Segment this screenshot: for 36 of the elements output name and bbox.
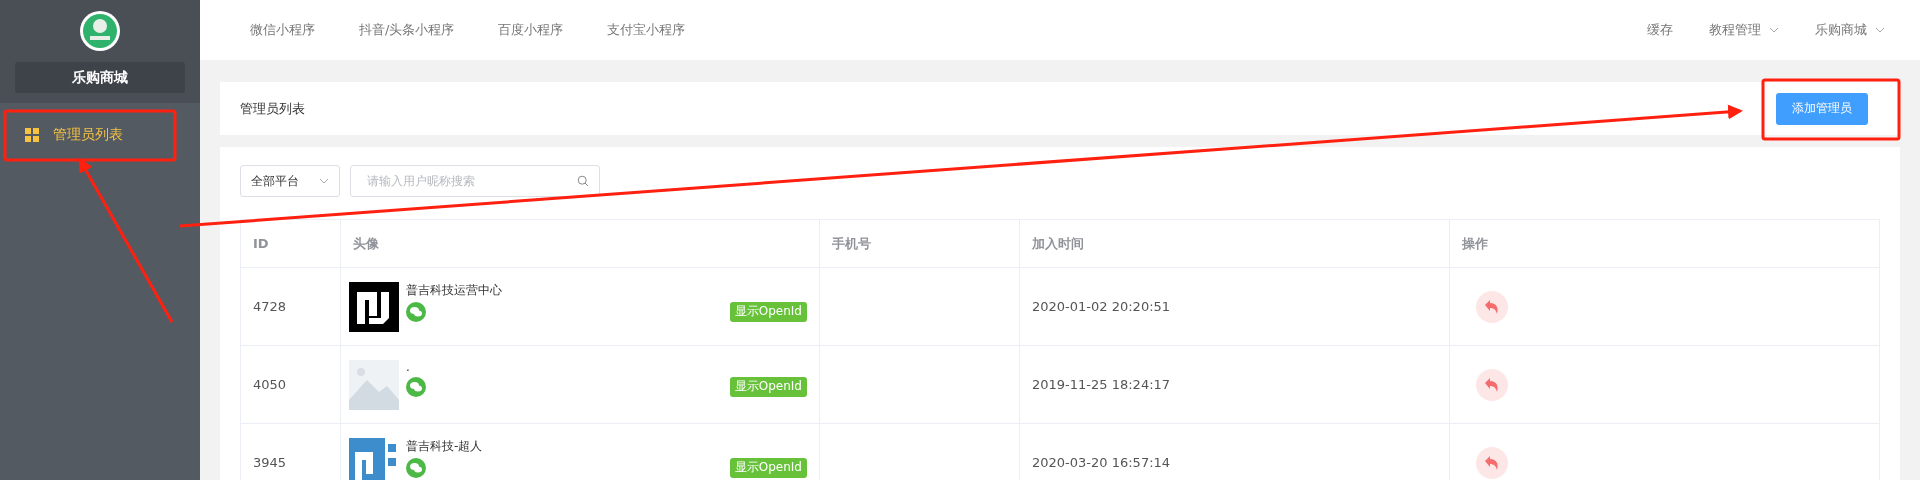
nav-menu[interactable]: 乐购商城 [1815, 21, 1885, 39]
search-icon [577, 175, 589, 187]
column-header: 加入时间 [1020, 220, 1450, 268]
wechat-icon [406, 376, 426, 397]
wechat-icon [406, 301, 426, 322]
platform-select[interactable]: 全部平台 [240, 165, 340, 197]
id-cell: 3945 [241, 424, 341, 480]
nickname: . [406, 359, 411, 374]
nav-tab[interactable]: 支付宝小程序 [607, 21, 686, 39]
date-cell: 2020-01-02 20:20:51 [1020, 268, 1450, 346]
id-cell: 4050 [241, 346, 341, 424]
column-header: 手机号 [820, 220, 1020, 268]
caret-icon [319, 178, 329, 184]
add-admin-button[interactable]: 添加管理员 [1776, 92, 1868, 125]
search-field[interactable]: 请输入用户昵称搜索 [350, 165, 600, 197]
id-cell: 4728 [241, 268, 341, 346]
nickname: 普吉科技-超人 [406, 437, 484, 455]
undo-icon[interactable] [1476, 290, 1508, 323]
nav-menu[interactable]: 缓存 [1647, 21, 1673, 39]
nav-tab[interactable]: 抖音/头条小程序 [359, 21, 455, 39]
store-name: 乐购商城 [15, 62, 185, 93]
nav-tab[interactable]: 微信小程序 [250, 21, 315, 39]
undo-icon[interactable] [1476, 368, 1508, 401]
column-header: 头像 [341, 220, 820, 268]
page-title: 管理员列表 [240, 99, 305, 118]
undo-icon[interactable] [1476, 446, 1508, 479]
nav-tab[interactable]: 百度小程序 [498, 21, 564, 39]
logo-icon [79, 10, 121, 52]
sidebar-item[interactable]: 管理员列表 [0, 111, 200, 159]
date-cell: 2019-11-25 18:24:17 [1020, 346, 1450, 424]
column-header: 操作 [1450, 220, 1880, 268]
nickname: 普吉科技运营中心 [406, 281, 503, 299]
grid-icon [25, 128, 39, 142]
date-cell: 2020-03-20 16:57:14 [1020, 424, 1450, 480]
column-header: ID [241, 220, 341, 268]
nav-menu[interactable]: 教程管理 [1709, 21, 1779, 39]
